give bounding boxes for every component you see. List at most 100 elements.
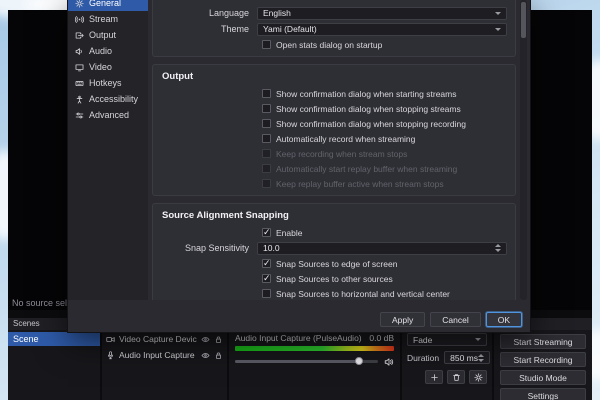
source-list-item[interactable]: Audio Input Capture (PulseAudio) bbox=[102, 348, 227, 362]
settings-content: Language English Theme Yami (Default) Op… bbox=[148, 0, 518, 300]
open-stats-checkbox-row: Open stats dialog on startup bbox=[161, 37, 507, 52]
volume-slider-fill bbox=[235, 360, 358, 363]
sidebar-item-output[interactable]: Output bbox=[68, 27, 148, 43]
eye-icon[interactable] bbox=[201, 351, 210, 360]
sidebar-item-label: Audio bbox=[89, 46, 113, 56]
mixer-source-name: Audio Input Capture (PulseAudio) bbox=[235, 333, 362, 343]
sidebar-item-audio[interactable]: Audio bbox=[68, 43, 148, 59]
person-icon bbox=[76, 95, 83, 104]
theme-value: Yami (Default) bbox=[263, 24, 317, 34]
studio-mode-button[interactable]: Studio Mode bbox=[500, 370, 586, 385]
checkbox-row: Snap Sources to edge of screen bbox=[161, 256, 507, 271]
broadcast-icon bbox=[75, 15, 84, 23]
microphone-icon bbox=[107, 350, 114, 359]
sidebar-item-hotkeys[interactable]: Hotkeys bbox=[68, 75, 148, 91]
checkbox-label: Automatically record when streaming bbox=[276, 133, 416, 144]
chevron-down-icon bbox=[495, 11, 501, 15]
language-select[interactable]: English bbox=[257, 6, 507, 20]
dialog-scrollbar[interactable] bbox=[520, 0, 527, 300]
checkbox-label: Keep recording when stream stops bbox=[276, 148, 408, 159]
checkbox-label: Snap Sources to horizontal and vertical … bbox=[276, 288, 450, 299]
sidebar-item-label: General bbox=[89, 0, 122, 8]
checkbox-label: Open stats dialog on startup bbox=[276, 39, 383, 50]
remove-transition-button[interactable] bbox=[447, 370, 465, 384]
sidebar-item-label: Accessibility bbox=[89, 94, 139, 104]
sidebar-item-label: Video bbox=[89, 62, 112, 72]
sidebar-item-label: Hotkeys bbox=[89, 78, 122, 88]
checkbox-label: Automatically start replay buffer when s… bbox=[276, 163, 458, 174]
chevron-down-icon bbox=[475, 338, 481, 341]
output-section: Output Show confirmation dialog when sta… bbox=[152, 64, 516, 196]
general-section: Language English Theme Yami (Default) Op… bbox=[152, 0, 516, 57]
checkbox-label: Enable bbox=[276, 227, 303, 238]
theme-select[interactable]: Yami (Default) bbox=[257, 22, 507, 36]
mixer-db-value: 0.0 dB bbox=[369, 333, 394, 343]
start-recording-button[interactable]: Start Recording bbox=[500, 352, 586, 367]
snapping-enable-checkbox[interactable] bbox=[262, 227, 271, 238]
lock-icon[interactable] bbox=[214, 335, 223, 344]
volume-meter bbox=[235, 346, 394, 351]
source-list-item[interactable]: Video Capture Device bbox=[102, 332, 227, 346]
volume-slider[interactable] bbox=[235, 357, 378, 365]
confirm-stop-stream-checkbox[interactable] bbox=[262, 104, 271, 113]
duration-label: Duration bbox=[407, 352, 440, 363]
sidebar-item-general[interactable]: General bbox=[68, 0, 148, 11]
sidebar-item-label: Stream bbox=[89, 14, 119, 24]
apply-button[interactable]: Apply bbox=[379, 312, 426, 327]
open-stats-checkbox[interactable] bbox=[262, 40, 271, 49]
start-streaming-button[interactable]: Start Streaming bbox=[500, 334, 586, 349]
plus-icon bbox=[430, 373, 438, 381]
snap-to-edge-checkbox[interactable] bbox=[262, 258, 271, 269]
snap-sensitivity-stepper[interactable]: 10.0 bbox=[257, 241, 507, 255]
snapping-section: Source Alignment Snapping Enable Snap Se… bbox=[152, 203, 516, 300]
eye-icon[interactable] bbox=[201, 335, 210, 344]
checkbox-row: Show confirmation dialog when starting s… bbox=[161, 86, 507, 101]
transition-value: Fade bbox=[413, 334, 433, 345]
snap-to-center-checkbox[interactable] bbox=[262, 289, 271, 298]
settings-button[interactable]: Settings bbox=[500, 388, 586, 400]
checkbox-label: Show confirmation dialog when starting s… bbox=[276, 88, 457, 99]
sidebar-item-advanced[interactable]: Advanced bbox=[68, 107, 148, 123]
checkbox-row: Snap Sources to other sources bbox=[161, 271, 507, 286]
snap-sensitivity-value: 10.0 bbox=[263, 243, 280, 253]
checkbox-label: Show confirmation dialog when stopping s… bbox=[276, 103, 461, 114]
stepper-arrows-icon[interactable] bbox=[478, 353, 485, 362]
sidebar-item-video[interactable]: Video bbox=[68, 59, 148, 75]
volume-slider-handle[interactable] bbox=[355, 357, 364, 365]
scene-list-item[interactable]: Scene bbox=[8, 332, 100, 346]
speaker-icon bbox=[75, 47, 82, 55]
settings-dialog: General Stream Output Audio Video Hotkey… bbox=[68, 0, 530, 332]
checkbox-row: Enable bbox=[161, 225, 507, 240]
transition-properties-button[interactable] bbox=[469, 370, 487, 384]
sidebar-item-accessibility[interactable]: Accessibility bbox=[68, 91, 148, 107]
source-label: Audio Input Capture (PulseAudio) bbox=[119, 350, 197, 360]
checkbox-row: Automatically record when streaming bbox=[161, 131, 507, 146]
trash-icon bbox=[452, 373, 460, 381]
snap-to-sources-checkbox[interactable] bbox=[262, 273, 271, 284]
language-label: Language bbox=[208, 8, 249, 18]
confirm-stop-recording-checkbox[interactable] bbox=[262, 119, 271, 128]
section-title: Source Alignment Snapping bbox=[162, 210, 289, 221]
scrollbar-thumb[interactable] bbox=[521, 2, 526, 38]
stepper-arrows-icon[interactable] bbox=[495, 244, 501, 252]
duration-stepper[interactable]: 850 ms bbox=[444, 351, 491, 364]
lock-icon[interactable] bbox=[214, 351, 223, 360]
speaker-icon[interactable] bbox=[384, 357, 394, 367]
dialog-footer: Apply Cancel OK bbox=[379, 312, 522, 327]
sidebar-item-stream[interactable]: Stream bbox=[68, 11, 148, 27]
snap-sensitivity-label: Snap Sensitivity bbox=[184, 243, 249, 253]
ok-button[interactable]: OK bbox=[485, 312, 522, 327]
language-value: English bbox=[263, 8, 291, 18]
checkbox-label: Show confirmation dialog when stopping r… bbox=[276, 118, 466, 129]
checkbox-label: Snap Sources to edge of screen bbox=[276, 258, 398, 269]
transition-select[interactable]: Fade bbox=[407, 333, 487, 346]
duration-value: 850 ms bbox=[450, 352, 479, 363]
output-icon bbox=[75, 31, 84, 39]
add-transition-button[interactable] bbox=[425, 370, 443, 384]
cancel-button[interactable]: Cancel bbox=[430, 312, 481, 327]
auto-record-checkbox[interactable] bbox=[262, 134, 271, 143]
confirm-start-stream-checkbox[interactable] bbox=[262, 89, 271, 98]
section-title: Output bbox=[162, 71, 194, 82]
source-label: Video Capture Device bbox=[119, 334, 197, 344]
sidebar-item-label: Output bbox=[89, 30, 117, 40]
